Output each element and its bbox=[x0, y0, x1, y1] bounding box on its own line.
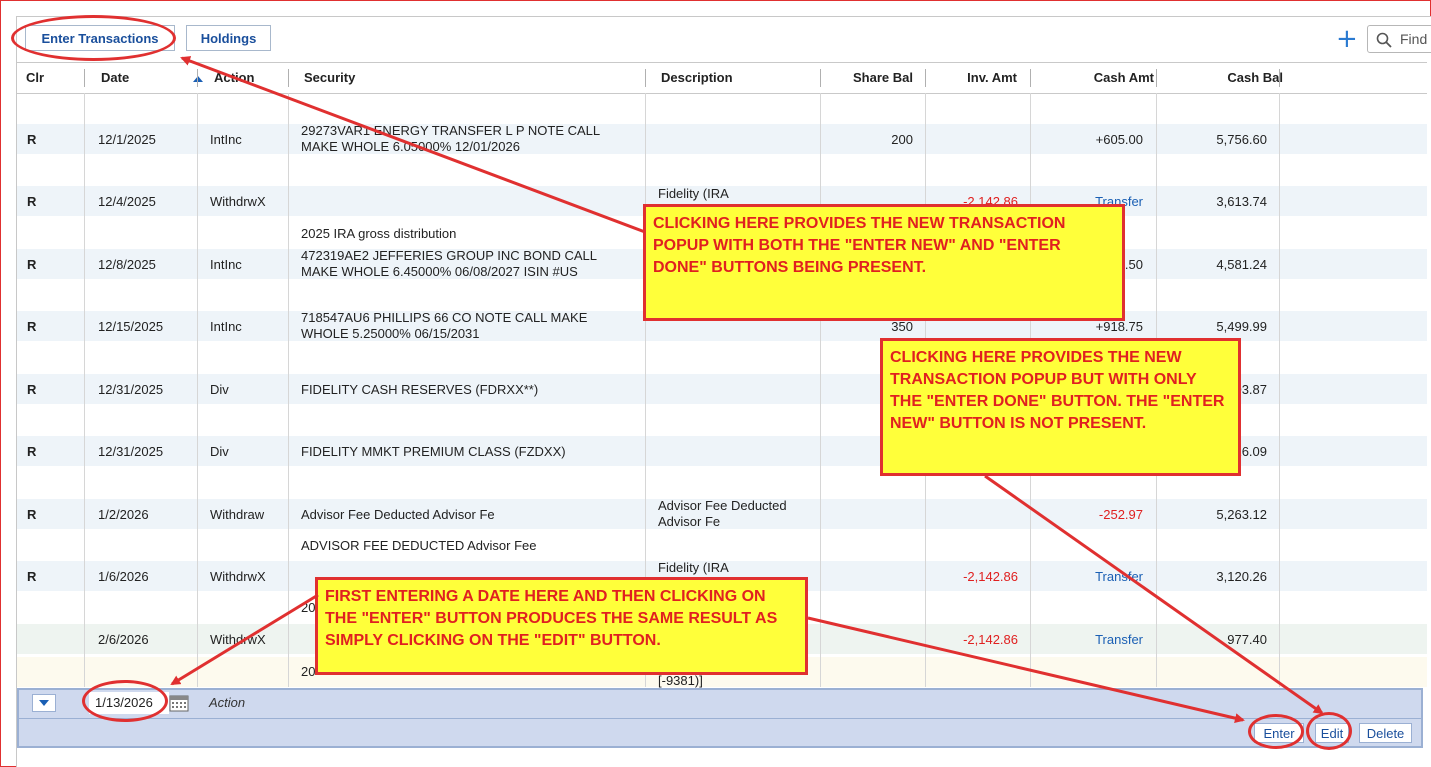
arrow-to-enter-transactions bbox=[180, 56, 646, 234]
arrow-to-date bbox=[170, 593, 319, 686]
arrow-to-enter bbox=[807, 616, 1245, 724]
annotation-arrows bbox=[170, 56, 1324, 724]
arrow-to-edit bbox=[984, 474, 1324, 715]
